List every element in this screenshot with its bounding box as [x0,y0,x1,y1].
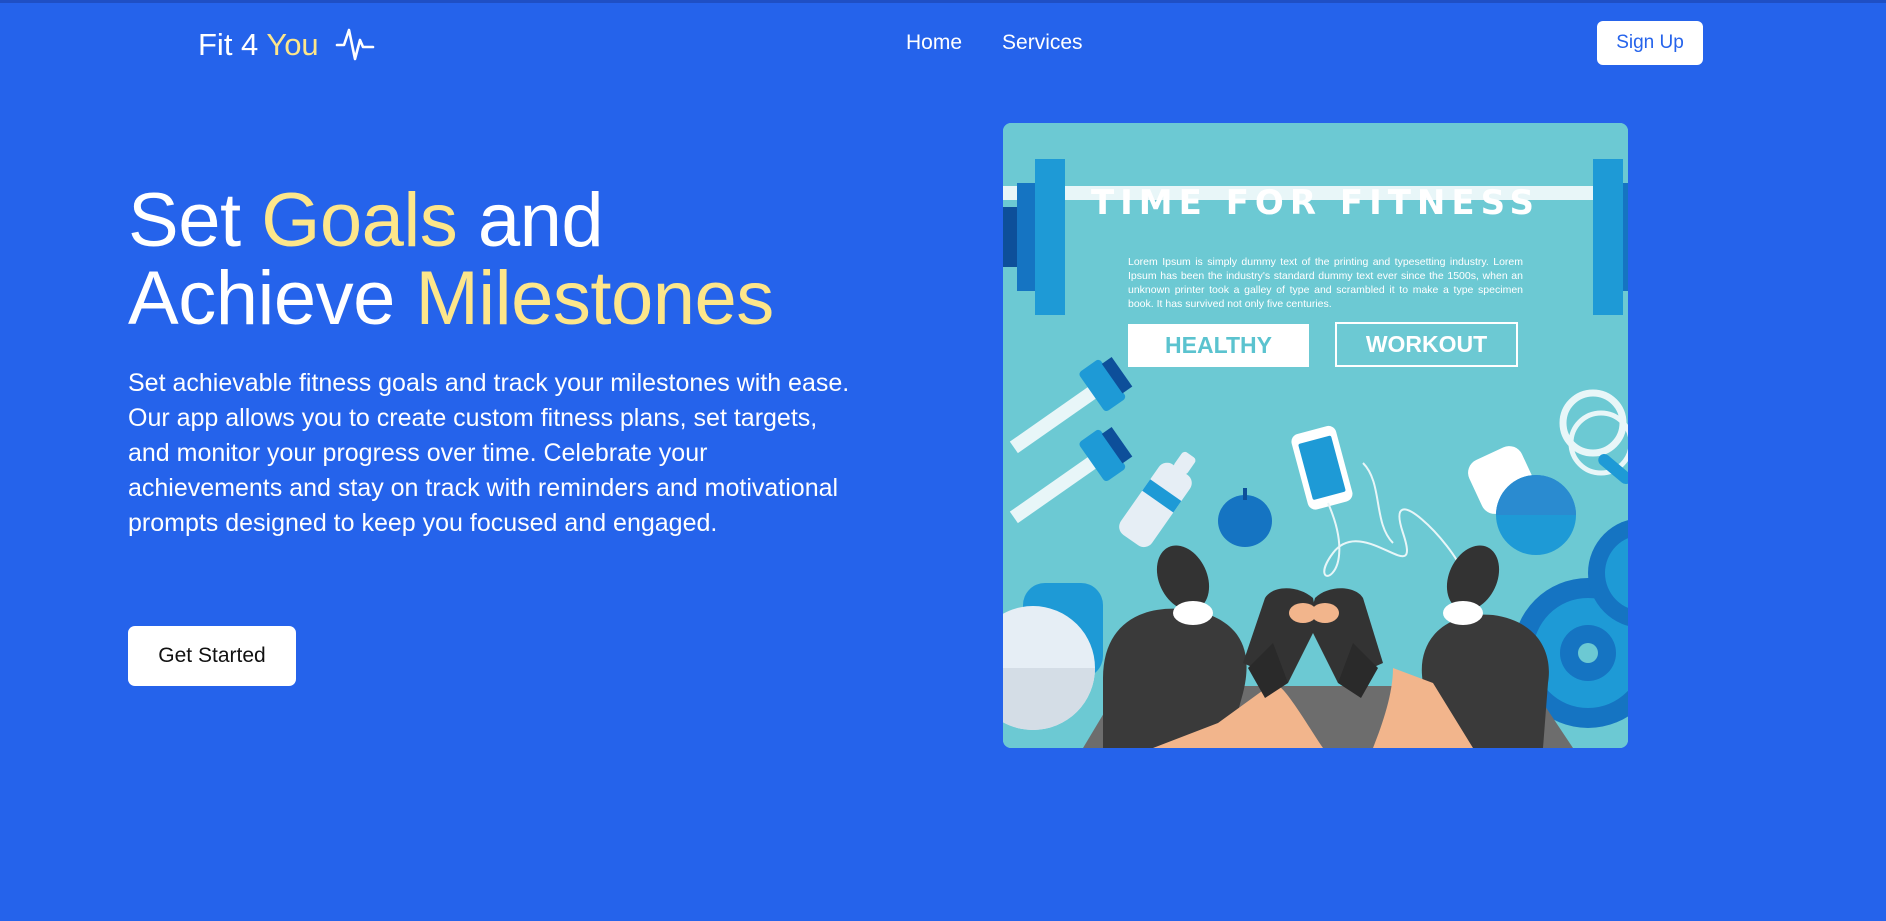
heartbeat-icon [335,28,374,61]
poster-tag-healthy: HEALTHY [1128,324,1309,367]
poster-tag-workout: WORKOUT [1335,322,1518,367]
hero-title-word-set: Set [128,178,262,263]
signup-button[interactable]: Sign Up [1597,21,1703,65]
nav-link-home[interactable]: Home [906,28,962,58]
get-started-button[interactable]: Get Started [128,626,296,686]
hero-description: Set achievable fitness goals and track y… [128,369,850,537]
brand-name: Fit 4 You [198,29,319,60]
main-nav: Home Services [906,28,1083,58]
poster-body-text: Lorem Ipsum is simply dummy text of the … [1128,256,1523,310]
hero-title-word-and: and [457,178,604,263]
poster-title: TIME FOR FITNESS [1090,183,1541,223]
hero-illustration: TIME FOR FITNESS Lorem Ipsum is simply d… [1003,123,1628,748]
top-border [0,0,1886,3]
hero-title-word-milestones: Milestones [415,256,775,341]
brand-name-part1: Fit 4 [198,26,259,62]
hero-title-word-goals: Goals [261,178,458,263]
nav-link-services[interactable]: Services [1002,28,1083,58]
brand-name-part2: You [266,26,319,62]
hero-title-word-achieve: Achieve [128,256,416,341]
hero-title: Set Goals and Achieve Milestones [128,182,888,338]
brand-logo[interactable]: Fit 4 You [198,22,375,66]
